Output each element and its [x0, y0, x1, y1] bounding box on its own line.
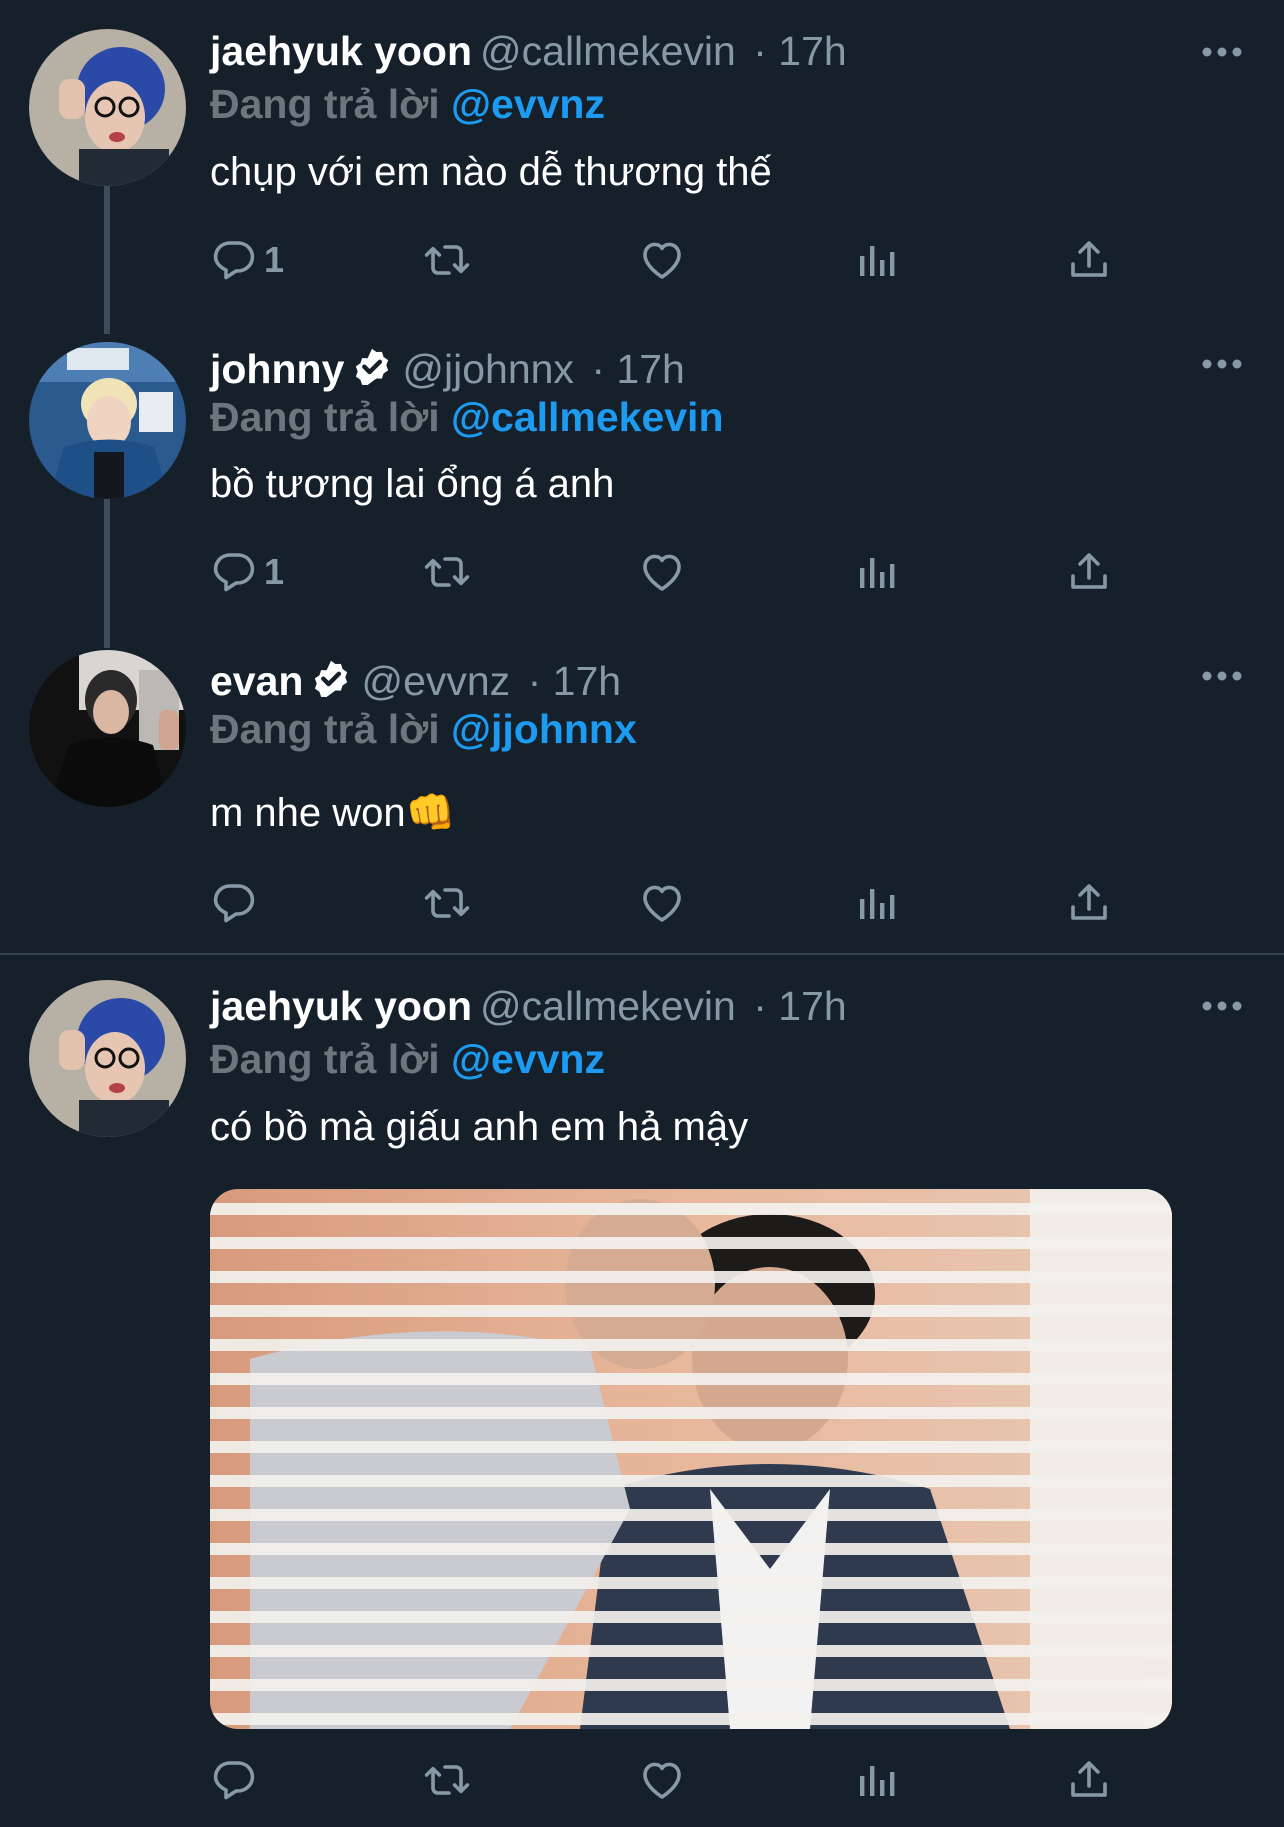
- views-icon: [852, 879, 900, 927]
- tweet-text: chụp với em nào dễ thương thế: [210, 150, 772, 194]
- timestamp[interactable]: · 17h: [753, 28, 846, 74]
- tweet-actions: [210, 1750, 1130, 1810]
- share-button[interactable]: [1065, 542, 1113, 602]
- retweet-button[interactable]: [423, 1750, 471, 1810]
- like-button[interactable]: [638, 1750, 686, 1810]
- avatar[interactable]: [29, 29, 186, 186]
- reply-button[interactable]: 1: [210, 542, 284, 602]
- retweet-icon: [423, 236, 471, 284]
- user-handle[interactable]: @callmekevin: [480, 983, 736, 1029]
- tweet-actions: [210, 873, 1130, 933]
- more-icon[interactable]: [1200, 357, 1244, 371]
- reply-button[interactable]: 1: [210, 230, 284, 290]
- user-handle[interactable]: @jjohnnx: [402, 346, 574, 392]
- avatar[interactable]: [29, 650, 186, 807]
- views-button[interactable]: [852, 230, 900, 290]
- mention-link[interactable]: @jjohnnx: [451, 706, 637, 752]
- tweet-header: evan @evvnz · 17h: [210, 657, 621, 705]
- views-button[interactable]: [852, 1750, 900, 1810]
- replying-to-label: Đang trả lời: [210, 394, 440, 440]
- tweet-text: m nhe won👊: [210, 791, 456, 835]
- reply-icon: [210, 1756, 258, 1804]
- like-button[interactable]: [638, 230, 686, 290]
- mention-link[interactable]: @callmekevin: [451, 394, 723, 440]
- tweet-text: bồ tương lai ổng á anh: [210, 462, 615, 506]
- views-button[interactable]: [852, 542, 900, 602]
- reply-icon: [210, 879, 258, 927]
- tweet-header: jaehyuk yoon @callmekevin · 17h: [210, 982, 847, 1030]
- views-icon: [852, 1756, 900, 1804]
- like-icon: [638, 548, 686, 596]
- thread-line: [104, 186, 110, 334]
- display-name[interactable]: evan: [210, 658, 303, 704]
- like-button[interactable]: [638, 542, 686, 602]
- views-button[interactable]: [852, 873, 900, 933]
- thread-line: [104, 499, 110, 648]
- like-button[interactable]: [638, 873, 686, 933]
- share-icon: [1065, 879, 1113, 927]
- tweet-image[interactable]: [210, 1189, 1172, 1729]
- share-icon: [1065, 1756, 1113, 1804]
- replying-to: Đang trả lời @callmekevin: [210, 393, 724, 441]
- reply-icon: [210, 236, 258, 284]
- mention-link[interactable]: @evvnz: [451, 81, 605, 127]
- more-icon[interactable]: [1200, 669, 1244, 683]
- replying-to: Đang trả lời @evvnz: [210, 80, 605, 128]
- views-icon: [852, 548, 900, 596]
- replying-to: Đang trả lời @evvnz: [210, 1035, 605, 1083]
- more-icon[interactable]: [1200, 45, 1244, 59]
- share-button[interactable]: [1065, 873, 1113, 933]
- reply-button[interactable]: [210, 873, 264, 933]
- timestamp[interactable]: · 17h: [528, 658, 621, 704]
- display-name[interactable]: jaehyuk yoon: [210, 983, 472, 1029]
- tweet-header: jaehyuk yoon @callmekevin · 17h: [210, 27, 847, 75]
- reply-count: 1: [264, 551, 285, 592]
- tweet-text: có bồ mà giấu anh em hả mậy: [210, 1105, 749, 1149]
- retweet-icon: [423, 1756, 471, 1804]
- verified-icon: [309, 658, 353, 702]
- tweet-actions: 1: [210, 230, 1130, 290]
- retweet-button[interactable]: [423, 873, 471, 933]
- avatar[interactable]: [29, 980, 186, 1137]
- divider: [0, 953, 1284, 955]
- like-icon: [638, 236, 686, 284]
- retweet-icon: [423, 879, 471, 927]
- retweet-button[interactable]: [423, 542, 471, 602]
- retweet-icon: [423, 548, 471, 596]
- tweet-actions: 1: [210, 542, 1130, 602]
- verified-icon: [350, 346, 394, 390]
- timestamp[interactable]: · 17h: [753, 983, 846, 1029]
- user-handle[interactable]: @evvnz: [361, 658, 510, 704]
- display-name[interactable]: jaehyuk yoon: [210, 28, 472, 74]
- reply-icon: [210, 548, 258, 596]
- replying-to-label: Đang trả lời: [210, 81, 440, 127]
- like-icon: [638, 1756, 686, 1804]
- reply-count: 1: [264, 239, 285, 280]
- replying-to-label: Đang trả lời: [210, 1036, 440, 1082]
- views-icon: [852, 236, 900, 284]
- share-icon: [1065, 236, 1113, 284]
- replying-to: Đang trả lời @jjohnnx: [210, 705, 637, 753]
- reply-button[interactable]: [210, 1750, 264, 1810]
- retweet-button[interactable]: [423, 230, 471, 290]
- share-button[interactable]: [1065, 1750, 1113, 1810]
- mention-link[interactable]: @evvnz: [451, 1036, 605, 1082]
- user-handle[interactable]: @callmekevin: [480, 28, 736, 74]
- more-icon[interactable]: [1200, 999, 1244, 1013]
- tweet-header: johnny @jjohnnx · 17h: [210, 345, 685, 393]
- replying-to-label: Đang trả lời: [210, 706, 440, 752]
- display-name[interactable]: johnny: [210, 346, 344, 392]
- share-icon: [1065, 548, 1113, 596]
- share-button[interactable]: [1065, 230, 1113, 290]
- timestamp[interactable]: · 17h: [591, 346, 684, 392]
- like-icon: [638, 879, 686, 927]
- avatar[interactable]: [29, 342, 186, 499]
